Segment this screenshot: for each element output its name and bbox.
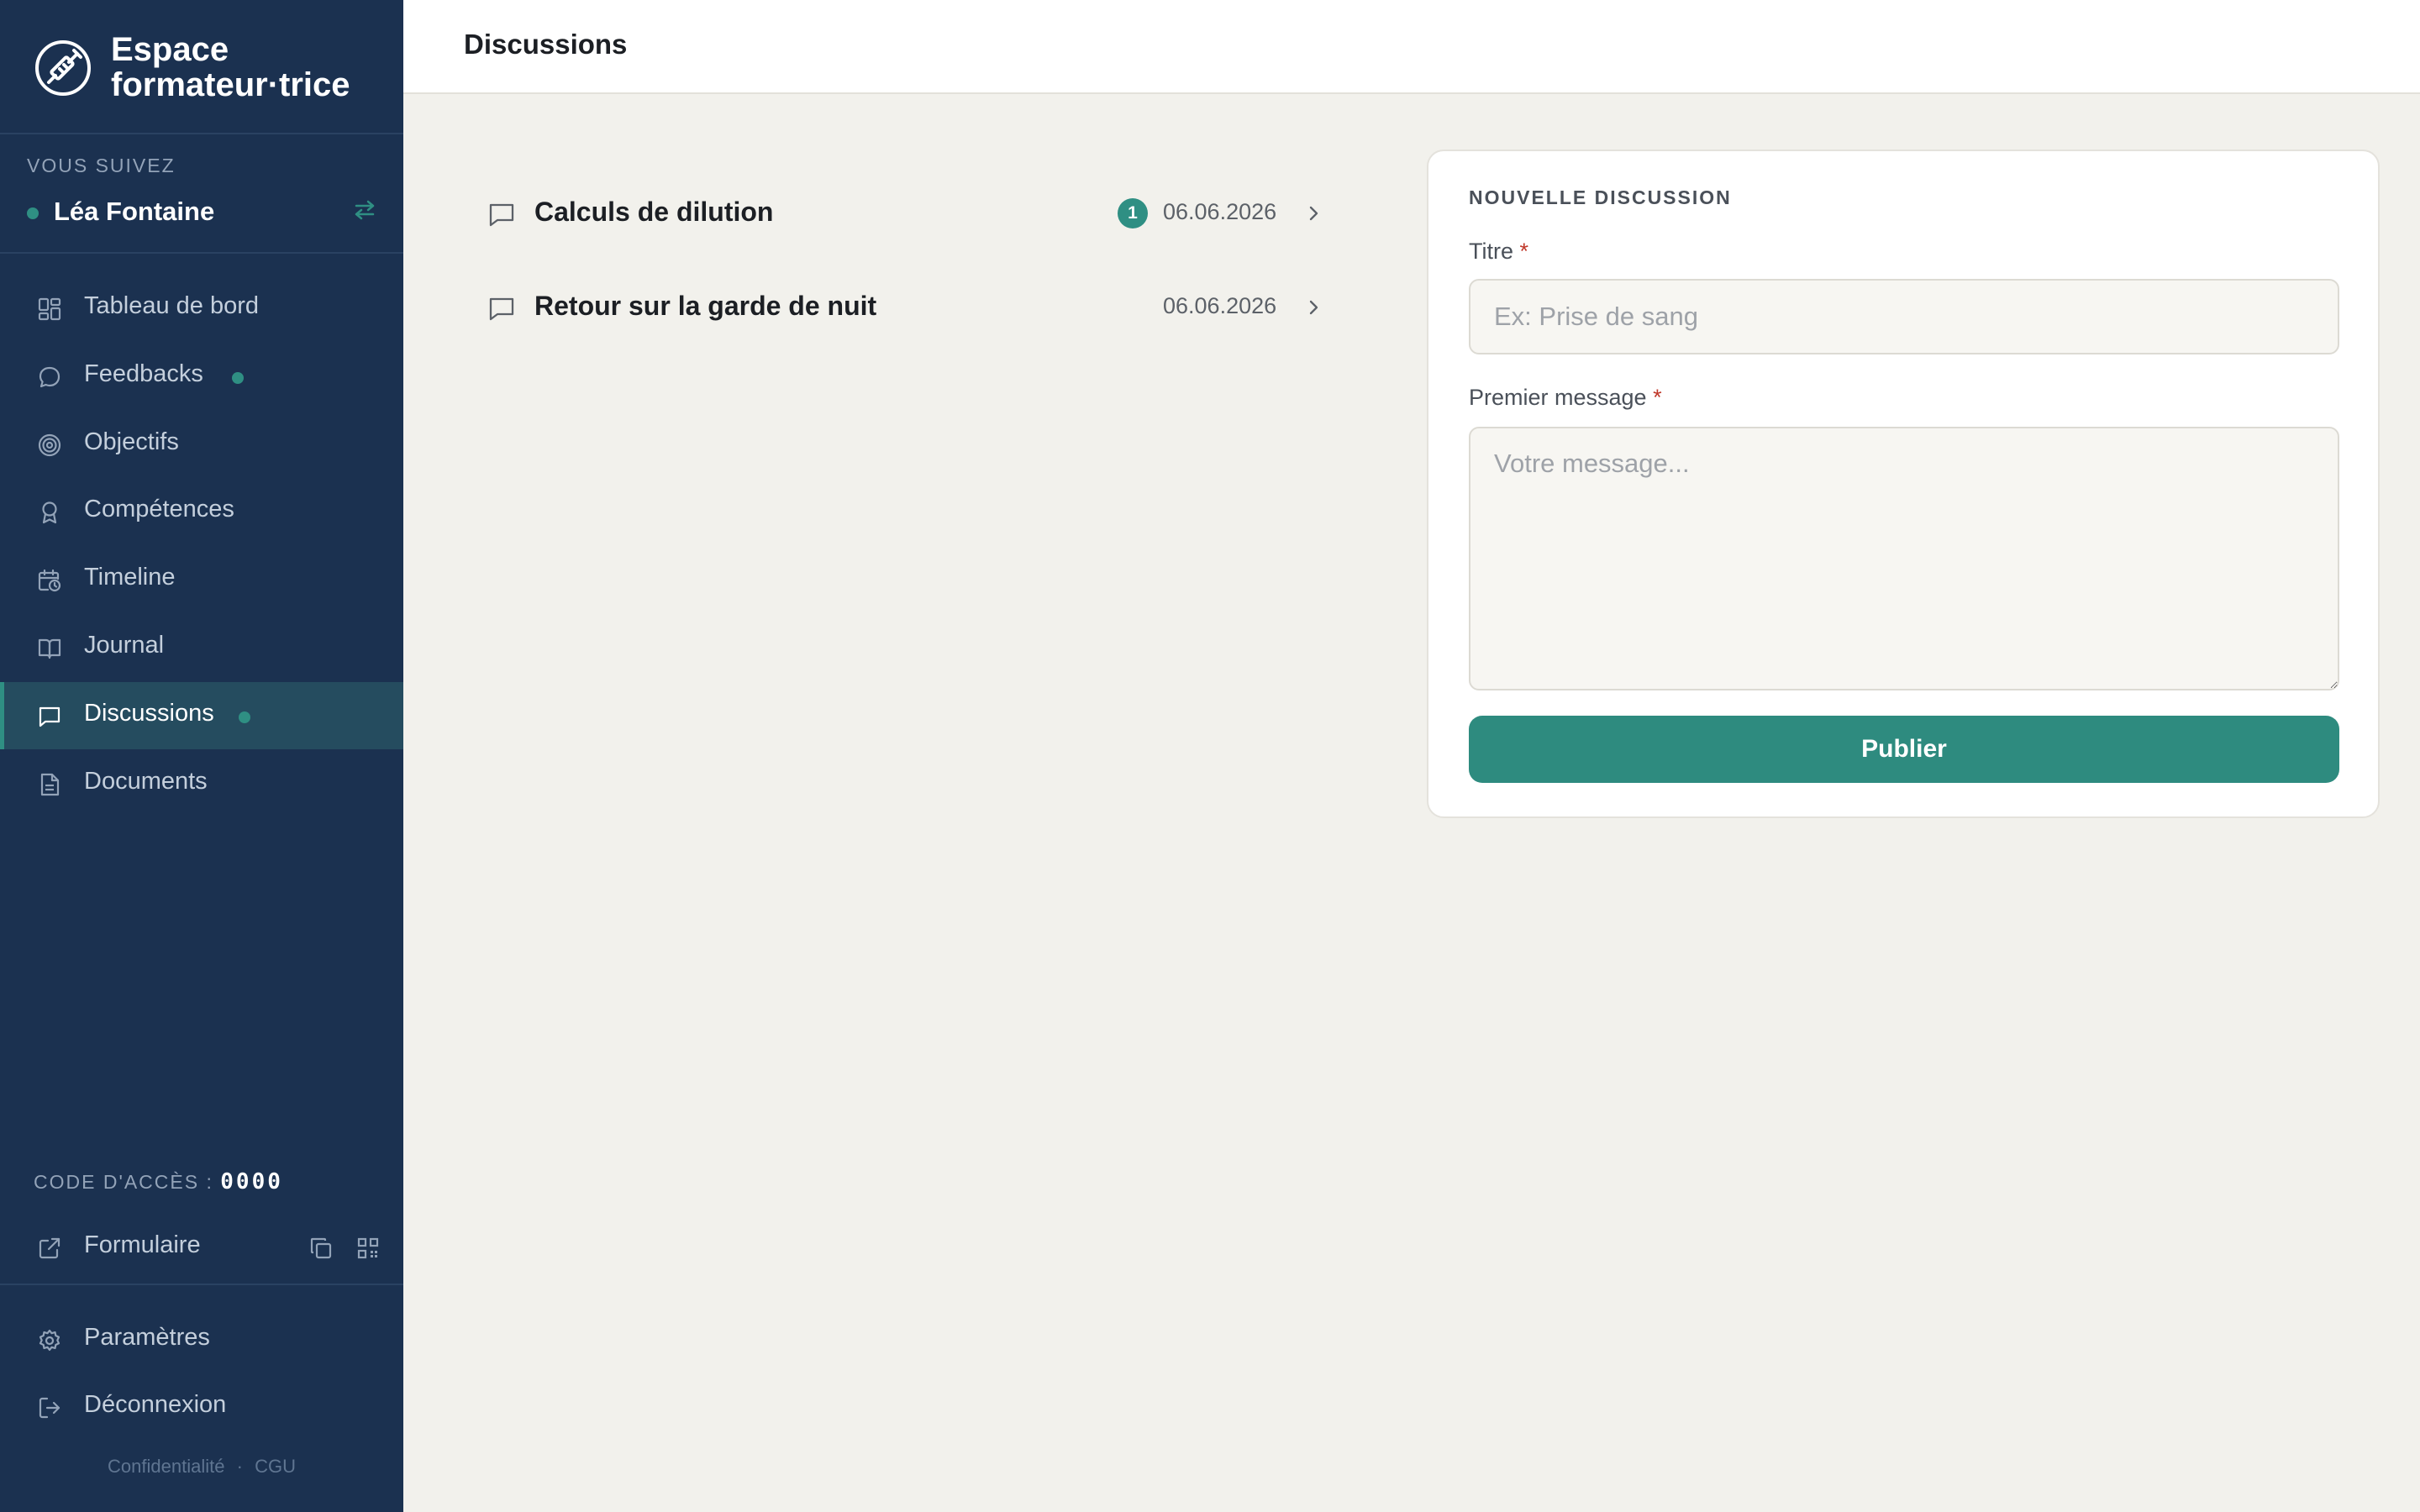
- nav-item-skills[interactable]: Compétences: [0, 478, 403, 545]
- discussion-item[interactable]: Calculs de dilution 1 06.06.2026: [487, 181, 1328, 249]
- nav-label: Timeline: [84, 564, 176, 591]
- nav-item-dashboard[interactable]: Tableau de bord: [0, 275, 403, 342]
- nav-label: Documents: [84, 768, 208, 795]
- nav-item-form[interactable]: Formulaire: [0, 1214, 403, 1281]
- discussion-date: 06.06.2026: [1163, 293, 1277, 318]
- publish-button[interactable]: Publier: [1469, 716, 2339, 783]
- nav-label: Feedbacks: [84, 360, 203, 387]
- footer-links: Confidentialité · CGU: [0, 1456, 403, 1478]
- topbar: Discussions: [403, 0, 2420, 94]
- syringe-logo-icon: [35, 40, 91, 96]
- follow-label: VOUS SUIVEZ: [27, 155, 176, 176]
- dashboard-grid-icon: [38, 297, 61, 321]
- nav-item-settings[interactable]: Paramètres: [0, 1306, 403, 1373]
- discussion-title: Retour sur la garde de nuit: [534, 291, 877, 321]
- target-icon: [38, 433, 61, 457]
- nav-label: Objectifs: [84, 428, 179, 455]
- page-title: Discussions: [464, 29, 628, 60]
- nav-label: Déconnexion: [84, 1391, 227, 1418]
- nav-label: Discussions: [84, 700, 214, 727]
- unread-dot: [232, 372, 244, 384]
- calendar-clock-icon: [38, 569, 61, 592]
- document-icon: [40, 773, 60, 796]
- nav-item-feedbacks[interactable]: Feedbacks: [0, 343, 403, 410]
- nav-label: Formulaire: [84, 1231, 201, 1258]
- discussion-item[interactable]: Retour sur la garde de nuit 06.06.2026: [487, 276, 1328, 343]
- discussion-title: Calculs de dilution: [534, 197, 774, 227]
- status-dot: [27, 207, 39, 219]
- access-code-label: CODE D'ACCÈS :: [34, 1171, 213, 1193]
- followed-learner: VOUS SUIVEZ Léa Fontaine: [0, 134, 403, 254]
- brand-title-line1: Espace: [111, 31, 229, 68]
- required-mark: *: [1519, 239, 1529, 264]
- new-discussion-card: NOUVELLE DISCUSSION Titre * Premier mess…: [1427, 150, 2380, 818]
- access-code: CODE D'ACCÈS : 0000: [34, 1169, 283, 1194]
- chat-bubble-icon: [39, 366, 60, 388]
- title-input[interactable]: [1469, 279, 2339, 354]
- external-link-icon: [39, 1237, 60, 1259]
- brand: Espace formateur·trice: [0, 0, 403, 134]
- sidebar: Espace formateur·trice VOUS SUIVEZ Léa F…: [0, 0, 403, 1512]
- qr-code-icon[interactable]: [356, 1236, 380, 1260]
- app: Espace formateur·trice VOUS SUIVEZ Léa F…: [0, 0, 2420, 1512]
- message-square-icon: [489, 203, 514, 227]
- terms-link[interactable]: CGU: [255, 1456, 296, 1477]
- nav-item-journal[interactable]: Journal: [0, 614, 403, 681]
- message-textarea[interactable]: [1469, 427, 2339, 690]
- open-book-icon: [38, 638, 61, 659]
- access-code-value: 0000: [220, 1169, 283, 1194]
- award-ribbon-icon: [42, 501, 57, 524]
- nav-item-logout[interactable]: Déconnexion: [0, 1373, 403, 1441]
- nav-label: Journal: [84, 632, 165, 659]
- privacy-link[interactable]: Confidentialité: [108, 1456, 224, 1477]
- card-heading: NOUVELLE DISCUSSION: [1469, 186, 1732, 208]
- nav-item-discussions[interactable]: Discussions: [0, 682, 403, 749]
- title-label-text: Titre: [1469, 239, 1513, 264]
- message-label-text: Premier message: [1469, 385, 1647, 410]
- copy-icon[interactable]: [309, 1236, 333, 1260]
- nav-item-documents[interactable]: Documents: [0, 750, 403, 817]
- title-label: Titre *: [1469, 239, 1528, 265]
- switch-learner-icon[interactable]: [353, 198, 376, 222]
- brand-title-line2: formateur·trice: [111, 66, 350, 103]
- required-mark: *: [1653, 385, 1662, 410]
- footer-separator: ·: [236, 1456, 243, 1477]
- nav-item-objectives[interactable]: Objectifs: [0, 411, 403, 478]
- sidebar-divider: [0, 1284, 403, 1285]
- message-square-icon: [489, 297, 514, 321]
- nav-label: Tableau de bord: [84, 292, 259, 319]
- message-label: Premier message *: [1469, 385, 1662, 411]
- logout-icon: [39, 1397, 60, 1419]
- discussion-date: 06.06.2026: [1163, 199, 1277, 224]
- nav-label: Paramètres: [84, 1324, 210, 1351]
- gear-icon: [39, 1329, 60, 1352]
- nav-item-timeline[interactable]: Timeline: [0, 546, 403, 613]
- unread-dot: [239, 711, 250, 723]
- learner-name: Léa Fontaine: [54, 197, 215, 226]
- brand-title: Espace formateur·trice: [111, 32, 350, 102]
- message-square-icon: [39, 706, 60, 727]
- chevron-right-icon: [1309, 206, 1318, 221]
- chevron-right-icon: [1309, 300, 1318, 315]
- unread-count-badge: 1: [1118, 198, 1148, 228]
- nav-label: Compétences: [84, 496, 234, 522]
